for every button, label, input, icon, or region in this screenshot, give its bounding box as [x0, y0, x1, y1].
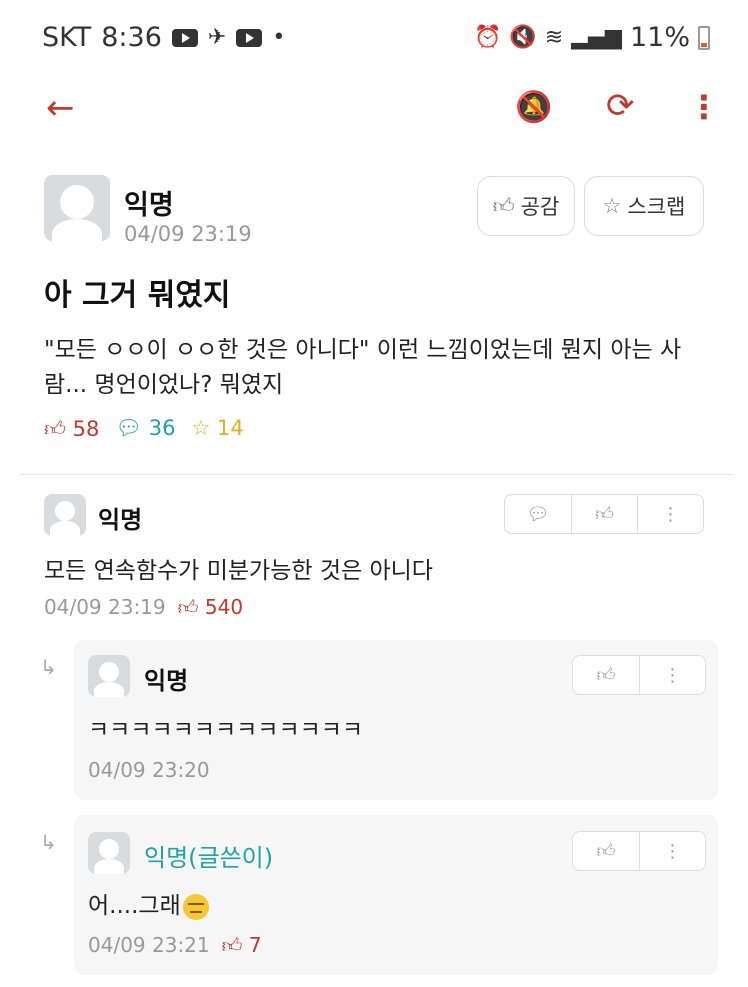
- reply-arrow-icon: ↳: [40, 830, 57, 854]
- comment-count: 💬︎ 36: [115, 416, 176, 440]
- reply-text: 어....그래: [88, 893, 181, 919]
- status-left: SKT 8:36 ✈ •: [42, 22, 285, 53]
- alarm-icon: ⏰: [473, 25, 502, 50]
- like-button[interactable]: 👍︎ 공감: [477, 176, 575, 236]
- flight-icon: ✈: [207, 25, 227, 50]
- notification-dot-icon: •: [272, 25, 286, 50]
- comment-like-button[interactable]: 👍︎: [571, 495, 637, 533]
- reply-avatar: [88, 832, 130, 874]
- reply-meta: 04/09 23:20: [88, 758, 210, 782]
- comment-author: 익명: [98, 506, 143, 534]
- reply-actions: 👍︎ ⋮: [572, 831, 706, 871]
- reply-avatar: [88, 655, 130, 697]
- wifi-icon: ≋: [544, 25, 564, 50]
- comment-like-count: 👍︎ 540: [177, 595, 244, 619]
- carrier-label: SKT: [42, 22, 92, 53]
- reply-text-row: 어....그래: [88, 886, 209, 920]
- signal-icon: ▂▄▆: [571, 25, 622, 50]
- scrap-button-label: 스크랩: [627, 195, 686, 219]
- youtube-icon: [171, 28, 198, 47]
- status-right: ⏰ 🔇 ≋ ▂▄▆ 11%: [474, 22, 710, 53]
- like-button-label: 공감: [520, 195, 560, 219]
- reply-author: 익명: [144, 667, 189, 695]
- expressionless-emoji-icon: [182, 893, 209, 920]
- reply-arrow-icon: ↳: [40, 655, 57, 679]
- post-title: 아 그거 뭐였지: [44, 278, 231, 313]
- reply-timestamp: 04/09 23:20: [88, 758, 210, 782]
- comment-avatar: [44, 494, 86, 536]
- reply-author-writer: 익명(글쓴이): [144, 844, 274, 872]
- clock: 8:36: [101, 22, 162, 53]
- post-timestamp: 04/09 23:19: [124, 222, 252, 246]
- reply-more-button[interactable]: ⋮: [639, 832, 705, 870]
- mute-icon: 🔇: [509, 25, 537, 50]
- reply-like-button[interactable]: 👍︎: [573, 832, 639, 870]
- reply-timestamp: 04/09 23:21: [88, 933, 210, 957]
- youtube-icon: [236, 28, 263, 47]
- back-arrow-icon[interactable]: ←: [46, 88, 75, 128]
- app-bar: ← 🔕 ⟳ ⋮: [0, 70, 748, 150]
- reply-actions: 👍︎ ⋮: [572, 655, 706, 695]
- star-icon: ☆: [602, 194, 622, 218]
- reply-more-button[interactable]: ⋮: [639, 656, 705, 694]
- post-body: "모든 ㅇㅇ이 ㅇㅇ한 것은 아니다" 이런 느낌이었는데 뭔지 아는 사람..…: [44, 337, 682, 398]
- comment-text: 모든 연속함수가 미분가능한 것은 아니다: [44, 558, 433, 584]
- divider: [20, 474, 734, 475]
- reply-like-button[interactable]: 👍︎: [573, 656, 639, 694]
- comment-actions: 💬︎ 👍︎ ⋮: [504, 494, 704, 534]
- thumbs-up-icon: 👍︎: [492, 194, 515, 218]
- reply-meta: 04/09 23:21 👍︎ 7: [88, 933, 262, 958]
- comment-timestamp: 04/09 23:19: [44, 595, 166, 619]
- battery-icon: [698, 25, 710, 50]
- reply-button[interactable]: 💬︎: [505, 495, 571, 533]
- comment-more-button[interactable]: ⋮: [637, 495, 703, 533]
- like-count: 👍︎ 58: [44, 417, 100, 441]
- battery-percent: 11%: [629, 22, 690, 53]
- scrap-button[interactable]: ☆ 스크랩: [584, 176, 704, 236]
- post-author-name: 익명: [124, 190, 174, 221]
- reply-like-count: 👍︎ 7: [221, 933, 262, 957]
- reply-text: ㅋㅋㅋㅋㅋㅋㅋㅋㅋㅋㅋㅋㅋ: [88, 717, 364, 743]
- status-bar: SKT 8:36 ✈ • ⏰ 🔇 ≋ ▂▄▆ 11%: [0, 0, 748, 70]
- post-author-avatar: [44, 175, 110, 241]
- post-stats: 👍︎ 58 💬︎ 36 ☆ 14: [44, 416, 244, 442]
- scrap-count: ☆ 14: [191, 416, 244, 440]
- more-vertical-icon[interactable]: ⋮: [688, 88, 720, 126]
- notification-off-icon[interactable]: 🔕: [515, 90, 552, 125]
- refresh-icon[interactable]: ⟳: [606, 86, 635, 126]
- comment-meta: 04/09 23:19 👍︎ 540: [44, 595, 243, 620]
